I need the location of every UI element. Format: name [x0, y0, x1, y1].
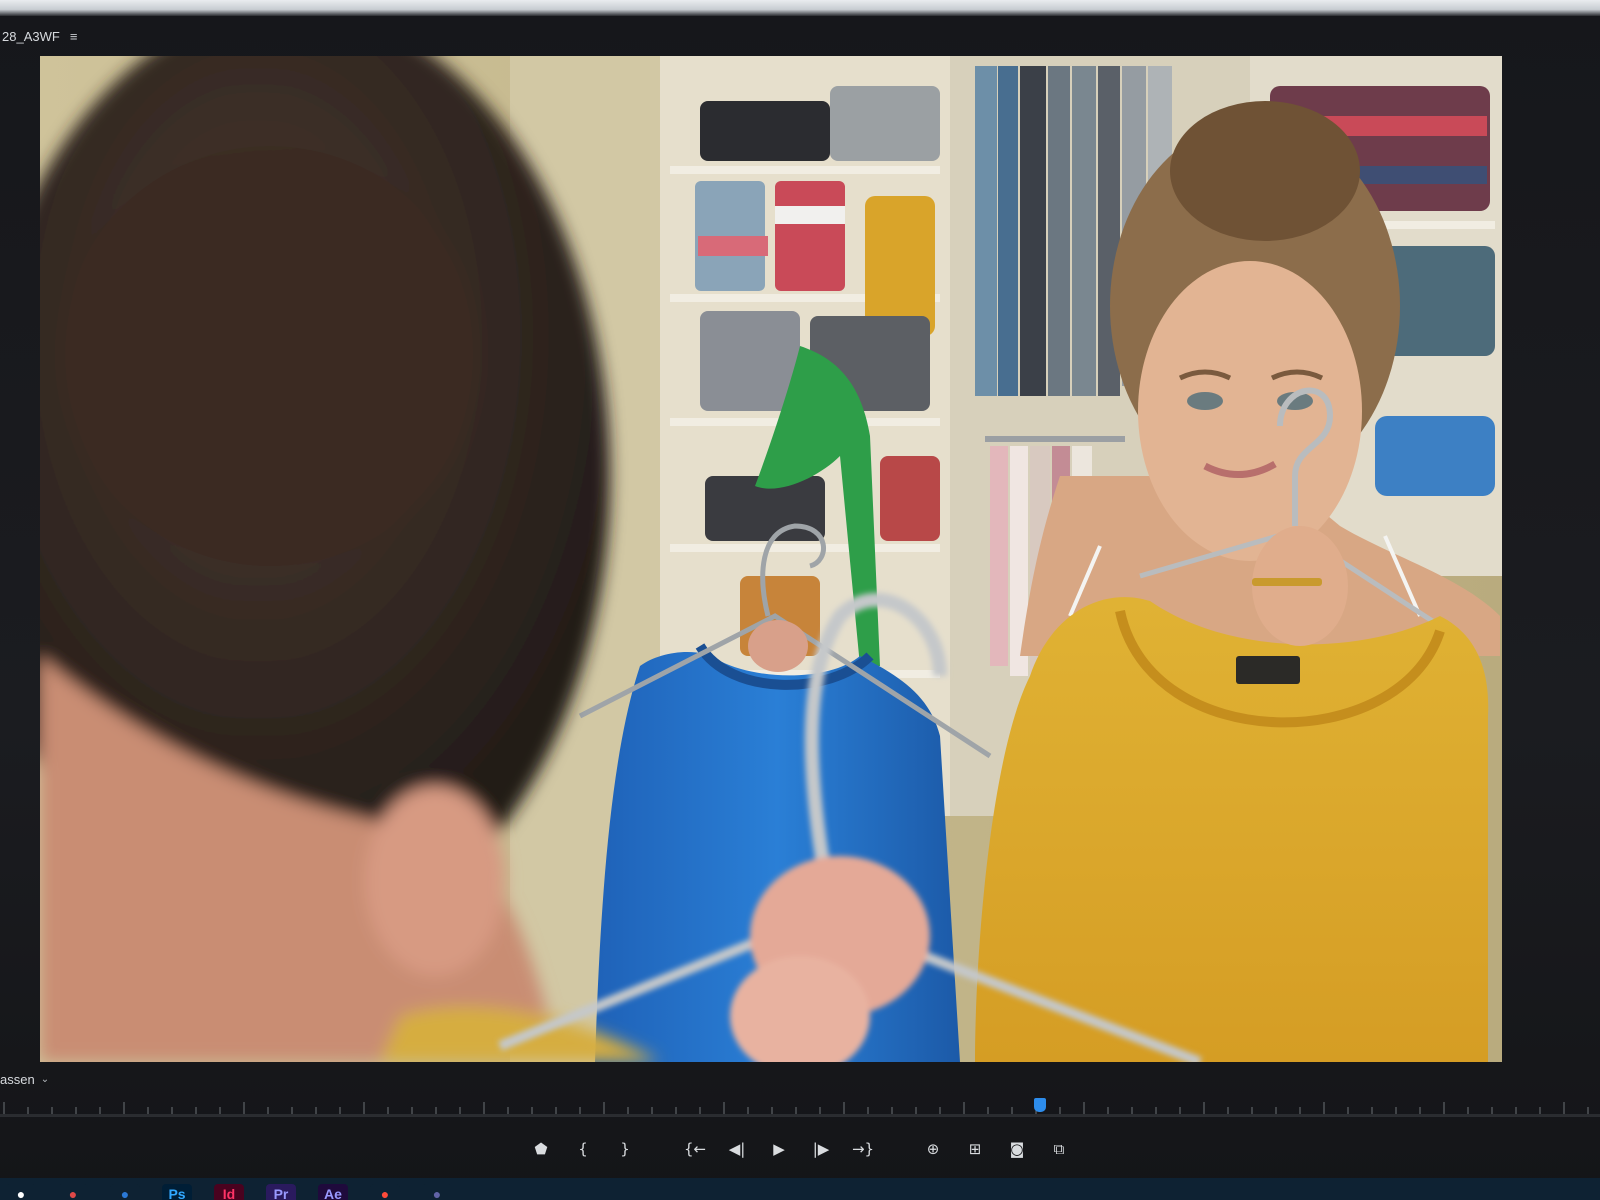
teams-icon: ● [432, 1186, 442, 1200]
insert-button[interactable]: ⊕ [921, 1137, 945, 1161]
video-frame [40, 56, 1502, 1062]
step-back-button[interactable]: ◀| [725, 1137, 749, 1161]
ruler-track [0, 1114, 1600, 1116]
premiere-app[interactable]: Pr [266, 1184, 296, 1200]
play-icon: ▶ [773, 1140, 785, 1158]
start-app[interactable]: ● [6, 1184, 36, 1200]
go-to-in-icon: {← [683, 1140, 707, 1158]
overwrite-icon: ⊞ [968, 1140, 982, 1158]
mark-out-icon: } [620, 1140, 630, 1158]
outlook-app[interactable]: ● [110, 1184, 140, 1200]
fit-select-label: assen [0, 1071, 35, 1087]
mark-in-button[interactable]: { [571, 1137, 595, 1161]
hamburger-menu-icon[interactable]: ≡ [70, 29, 78, 44]
program-monitor-header: 28_A3WF ≡ [0, 22, 1600, 50]
sequence-name[interactable]: 28_A3WF [2, 29, 60, 44]
photoshop-icon: Ps [168, 1186, 186, 1200]
indesign-app[interactable]: Id [214, 1184, 244, 1200]
monitor-screen: 28_A3WF ≡ assen ⌄ ⬟ {} {← ◀| ▶ |▶ →} ⊕ … [0, 0, 1600, 1200]
aftereffects-app[interactable]: Ae [318, 1184, 348, 1200]
insert-icon: ⊕ [926, 1140, 940, 1158]
export-frame-button[interactable]: ◙ [1005, 1137, 1029, 1161]
comparison-view-icon: ⧉ [1053, 1140, 1065, 1158]
creativecloud-app[interactable]: ● [370, 1184, 400, 1200]
program-monitor-viewer[interactable] [40, 56, 1502, 1062]
timeline-ruler[interactable] [0, 1094, 1600, 1117]
aftereffects-icon: Ae [324, 1186, 342, 1200]
chevron-down-icon: ⌄ [40, 1073, 50, 1085]
mark-out-button[interactable]: } [613, 1137, 637, 1161]
comparison-view-button[interactable]: ⧉ [1047, 1137, 1071, 1161]
start-icon: ● [16, 1186, 26, 1200]
add-marker-button[interactable]: ⬟ [529, 1137, 553, 1161]
chrome-app[interactable]: ● [58, 1184, 88, 1200]
playhead-handle[interactable] [1034, 1098, 1046, 1112]
windows-taskbar: ● ● ● Ps Id Pr Ae ● ● [0, 1178, 1600, 1200]
step-forward-button[interactable]: |▶ [809, 1137, 833, 1161]
fit-select[interactable]: assen ⌄ [0, 1070, 55, 1089]
outlook-icon: ● [120, 1186, 130, 1200]
mark-in-icon: { [578, 1140, 588, 1158]
transport-controls: ⬟ {} {← ◀| ▶ |▶ →} ⊕ ⊞ ◙ ⧉ [0, 1132, 1600, 1166]
teams-app[interactable]: ● [422, 1184, 452, 1200]
marker-icon: ⬟ [534, 1140, 548, 1158]
camera-icon: ◙ [1009, 1140, 1025, 1158]
creativecloud-icon: ● [380, 1186, 390, 1200]
step-back-icon: ◀| [728, 1140, 746, 1158]
step-forward-icon: |▶ [812, 1140, 830, 1158]
viewer-controls: assen ⌄ [0, 1066, 1600, 1092]
go-to-in-button[interactable]: {← [683, 1137, 707, 1161]
go-to-out-icon: →} [851, 1140, 875, 1158]
play-button[interactable]: ▶ [767, 1137, 791, 1161]
overwrite-button[interactable]: ⊞ [963, 1137, 987, 1161]
ruler-ticks [3, 1102, 1589, 1114]
premiere-icon: Pr [273, 1186, 289, 1200]
chrome-icon: ● [68, 1186, 78, 1200]
go-to-out-button[interactable]: →} [851, 1137, 875, 1161]
indesign-icon: Id [222, 1186, 236, 1200]
monitor-bezel [0, 0, 1600, 16]
photoshop-app[interactable]: Ps [162, 1184, 192, 1200]
